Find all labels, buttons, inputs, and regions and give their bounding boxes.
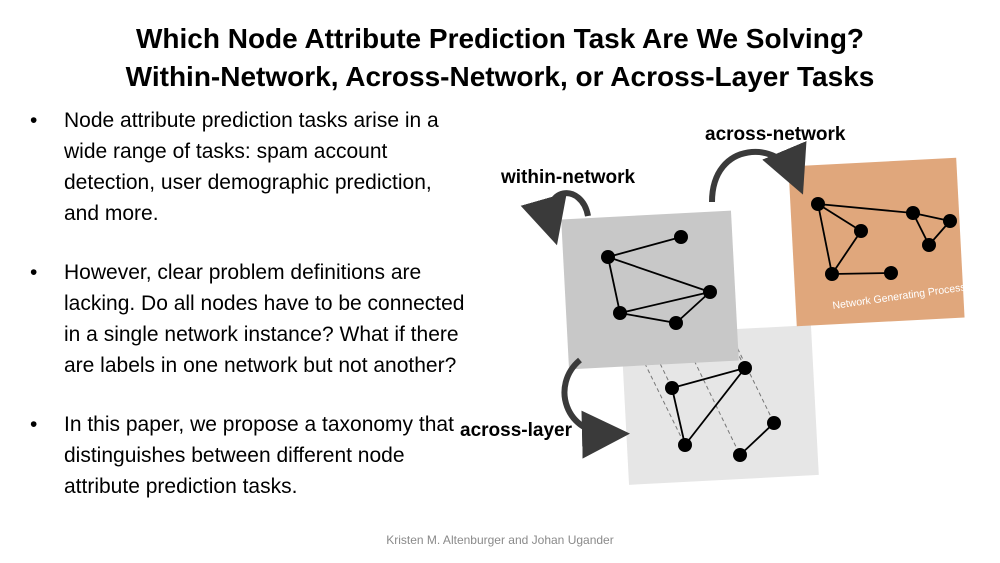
across-network-label: across-network	[705, 124, 846, 145]
graph-node	[669, 316, 683, 330]
graph-node	[738, 361, 752, 375]
graph-node	[733, 448, 747, 462]
graph-node	[678, 438, 692, 452]
footer-authors: Kristen M. Altenburger and Johan Ugander	[386, 533, 614, 547]
graph-node	[854, 224, 868, 238]
graph-node	[943, 214, 957, 228]
across-layer-label: across-layer	[460, 420, 573, 441]
bullet-list: Node attribute prediction tasks arise in…	[28, 105, 468, 530]
graph-node	[601, 250, 615, 264]
bullet-item: Node attribute prediction tasks arise in…	[28, 105, 468, 229]
graph-node	[613, 306, 627, 320]
graph-node	[884, 266, 898, 280]
title-line-2: Within-Network, Across-Network, or Acros…	[125, 61, 875, 92]
across-network-arrow-icon	[709, 141, 807, 203]
slide-title: Which Node Attribute Prediction Task Are…	[0, 20, 1000, 96]
graph-node	[665, 381, 679, 395]
graph-node	[906, 206, 920, 220]
graph-node	[767, 416, 781, 430]
graph-node	[674, 230, 688, 244]
graph-node	[703, 285, 717, 299]
bullet-item: In this paper, we propose a taxonomy tha…	[28, 409, 468, 502]
bullet-item: However, clear problem definitions are l…	[28, 257, 468, 381]
title-line-1: Which Node Attribute Prediction Task Are…	[135, 23, 865, 54]
task-diagram: Network Generating Process within-networ…	[460, 124, 966, 485]
graph-node	[811, 197, 825, 211]
within-network-label: within-network	[500, 167, 635, 188]
graph-node	[825, 267, 839, 281]
graph-node	[922, 238, 936, 252]
